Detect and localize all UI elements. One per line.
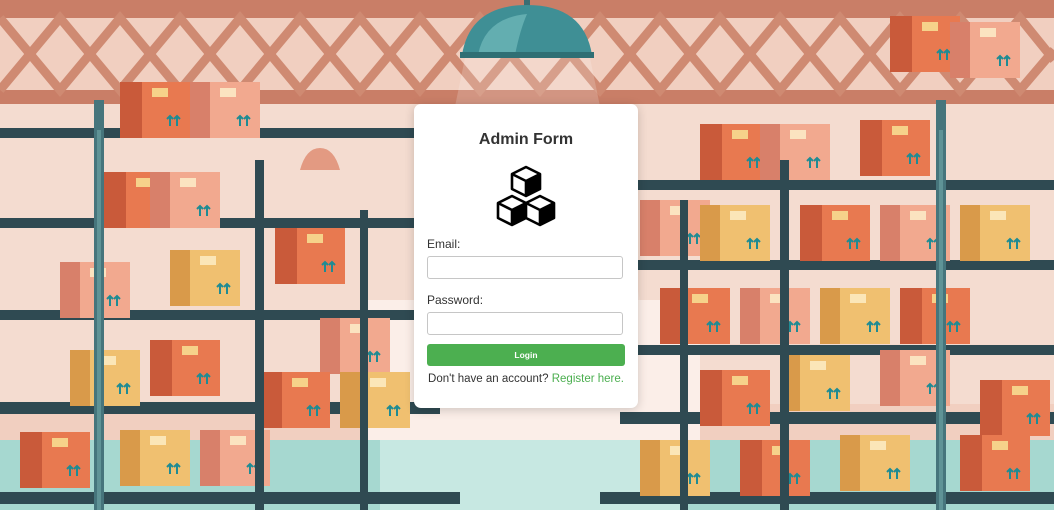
register-prompt: Don't have an account? Register here. [414, 373, 638, 385]
boxes-icon [496, 165, 556, 227]
form-title: Admin Form [478, 131, 574, 148]
login-card: Admin Form Email: Password: Login Don't … [414, 104, 638, 408]
login-button[interactable]: Login [427, 344, 625, 366]
password-label: Password: [427, 293, 484, 307]
register-link[interactable]: Register here. [552, 373, 624, 385]
email-label: Email: [427, 237, 461, 251]
password-field[interactable] [427, 312, 623, 335]
email-field[interactable] [427, 256, 623, 279]
register-prompt-text: Don't have an account? [428, 373, 549, 385]
